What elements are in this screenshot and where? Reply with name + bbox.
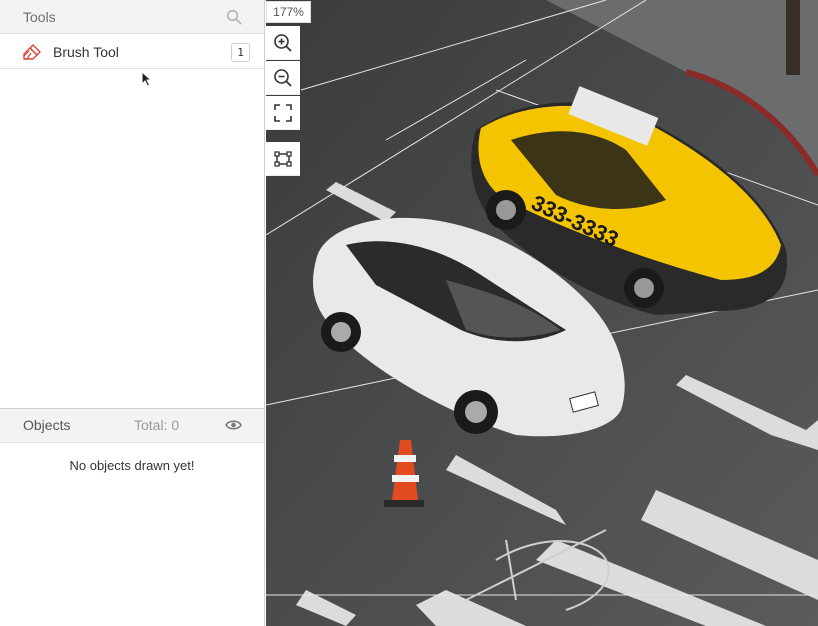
search-icon[interactable] — [226, 9, 242, 25]
tool-shortcut-badge: 1 — [231, 43, 250, 62]
zoom-out-icon — [274, 68, 292, 87]
zoom-in-button[interactable] — [266, 26, 300, 60]
fit-selection-button[interactable] — [266, 142, 300, 176]
zoom-level-label: 177% — [266, 1, 311, 23]
objects-total-count: Total: 0 — [134, 417, 180, 433]
fit-selection-icon — [274, 150, 292, 167]
zoom-in-icon — [274, 33, 292, 52]
zoom-out-button[interactable] — [266, 61, 300, 95]
tools-panel-title: Tools — [23, 8, 56, 25]
tool-item-brush[interactable]: Brush Tool 1 — [0, 35, 264, 69]
image-canvas[interactable]: 333-3333 — [266, 0, 818, 626]
fit-screen-icon — [274, 103, 292, 122]
mouse-cursor-icon — [141, 70, 153, 87]
tools-panel-header: Tools — [0, 0, 264, 34]
sidebar: Tools Brush Tool 1 Objects Total: 0 No o… — [0, 0, 265, 626]
fit-screen-button[interactable] — [266, 96, 300, 130]
eye-icon[interactable] — [225, 418, 242, 432]
street-photo: 333-3333 — [266, 0, 818, 626]
objects-panel-title: Objects — [23, 417, 71, 433]
brush-icon — [22, 43, 42, 61]
tool-item-label: Brush Tool — [53, 44, 119, 60]
tree-trunk — [786, 0, 800, 75]
objects-panel-header: Objects Total: 0 — [0, 409, 264, 443]
objects-empty-message: No objects drawn yet! — [69, 458, 195, 473]
